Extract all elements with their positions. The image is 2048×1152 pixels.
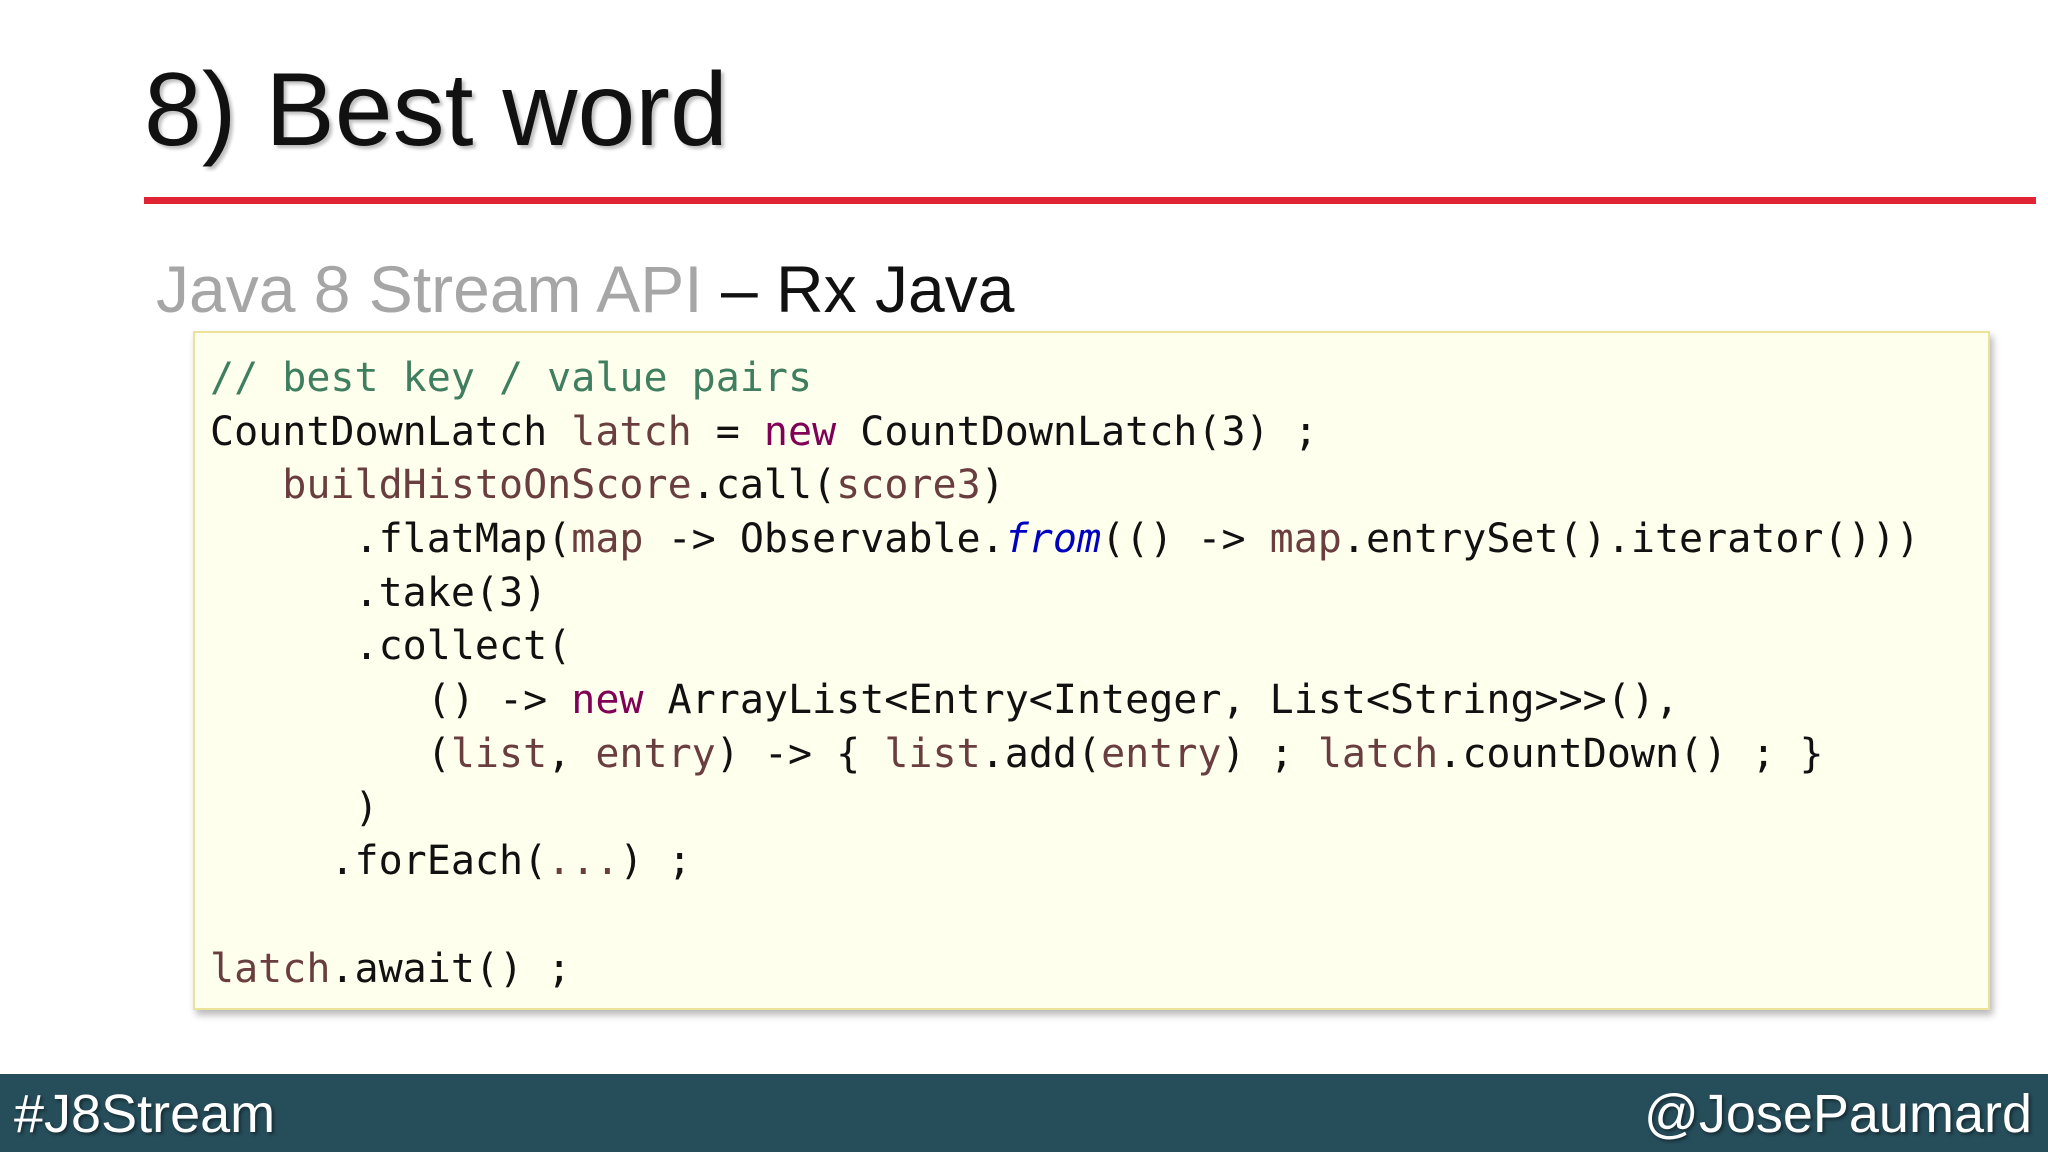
code-token: map bbox=[571, 516, 644, 563]
code-token: .take(3) bbox=[210, 569, 548, 616]
slide-subtitle: Java 8 Stream API – Rx Java bbox=[156, 250, 1014, 329]
subtitle-rx-java: Rx Java bbox=[776, 252, 1015, 326]
code-token: ( bbox=[210, 730, 451, 777]
code-token: -> Observable. bbox=[643, 516, 1005, 563]
code-token: ) ; bbox=[619, 838, 692, 885]
code-token: CountDownLatch(3) ; bbox=[836, 408, 1318, 455]
code-line: ) bbox=[210, 782, 1920, 836]
code-line: .flatMap(map -> Observable.from(() -> ma… bbox=[210, 513, 1920, 567]
code-token: latch bbox=[571, 408, 692, 455]
code-token: latch bbox=[1317, 730, 1439, 777]
code-token: list bbox=[884, 730, 981, 777]
footer-hashtag: #J8Stream bbox=[14, 1084, 276, 1144]
code-token: CountDownLatch bbox=[210, 408, 572, 455]
slide-title: 8) Best word bbox=[144, 52, 728, 168]
code-block: // best key / value pairs CountDownLatch … bbox=[193, 331, 1990, 1010]
code-token: (() -> bbox=[1101, 516, 1270, 563]
code-line: latch.await() ; bbox=[210, 943, 1920, 997]
code-line: () -> new ArrayList<Entry<Integer, List<… bbox=[210, 674, 1920, 728]
code-token: entry bbox=[1101, 730, 1222, 777]
code-token: .entrySet().iterator())) bbox=[1341, 516, 1920, 563]
slide: 8) Best word Java 8 Stream API – Rx Java… bbox=[0, 0, 2048, 1152]
code-line: .collect( bbox=[210, 620, 1920, 674]
code-line: (list, entry) -> { list.add(entry) ; lat… bbox=[210, 728, 1920, 782]
code-token: ) bbox=[210, 784, 379, 831]
subtitle-java8-stream: Java 8 Stream API bbox=[156, 252, 703, 326]
code-token: ... bbox=[547, 838, 620, 885]
code-token: , bbox=[547, 730, 596, 777]
code-token: latch bbox=[210, 945, 331, 992]
code-token: ) ; bbox=[1221, 730, 1318, 777]
code-token: ) bbox=[980, 462, 1005, 509]
code-token: .flatMap( bbox=[210, 516, 572, 563]
code-line: buildHistoOnScore.call(score3) bbox=[210, 459, 1920, 513]
code-token: ) -> { bbox=[715, 730, 885, 777]
code-token: .countDown() ; } bbox=[1438, 730, 1824, 777]
code-token: .collect( bbox=[210, 623, 572, 670]
code-line: CountDownLatch latch = new CountDownLatc… bbox=[210, 406, 1920, 460]
code-line: // best key / value pairs bbox=[210, 352, 1920, 406]
footer-bar: #J8Stream @JosePaumard bbox=[0, 1074, 2048, 1152]
code-line: .forEach(...) ; bbox=[210, 835, 1920, 889]
code-token: () -> bbox=[210, 677, 572, 724]
code-token: new bbox=[571, 677, 644, 724]
code-token: .add( bbox=[980, 730, 1102, 777]
code-token: new bbox=[763, 408, 837, 455]
code-token: .forEach( bbox=[210, 838, 548, 885]
code-token: .await() ; bbox=[330, 945, 572, 992]
code-token: score3 bbox=[836, 462, 981, 509]
code-token: // best key / value pairs bbox=[210, 355, 813, 401]
footer-handle: @JosePaumard bbox=[1644, 1084, 2032, 1144]
code-token: .call( bbox=[691, 462, 837, 509]
code-listing: // best key / value pairs CountDownLatch … bbox=[210, 352, 1920, 996]
code-line: .take(3) bbox=[210, 567, 1920, 621]
code-token: = bbox=[691, 408, 764, 455]
subtitle-separator: – bbox=[702, 252, 776, 326]
code-token: entry bbox=[595, 730, 716, 777]
code-token: ArrayList<Entry<Integer, List<String>>>(… bbox=[643, 677, 1680, 724]
code-token: map bbox=[1269, 516, 1342, 563]
code-token: from bbox=[1004, 516, 1102, 563]
title-underline bbox=[144, 197, 2036, 204]
code-token: buildHistoOnScore bbox=[282, 462, 692, 509]
code-token: list bbox=[450, 730, 548, 777]
